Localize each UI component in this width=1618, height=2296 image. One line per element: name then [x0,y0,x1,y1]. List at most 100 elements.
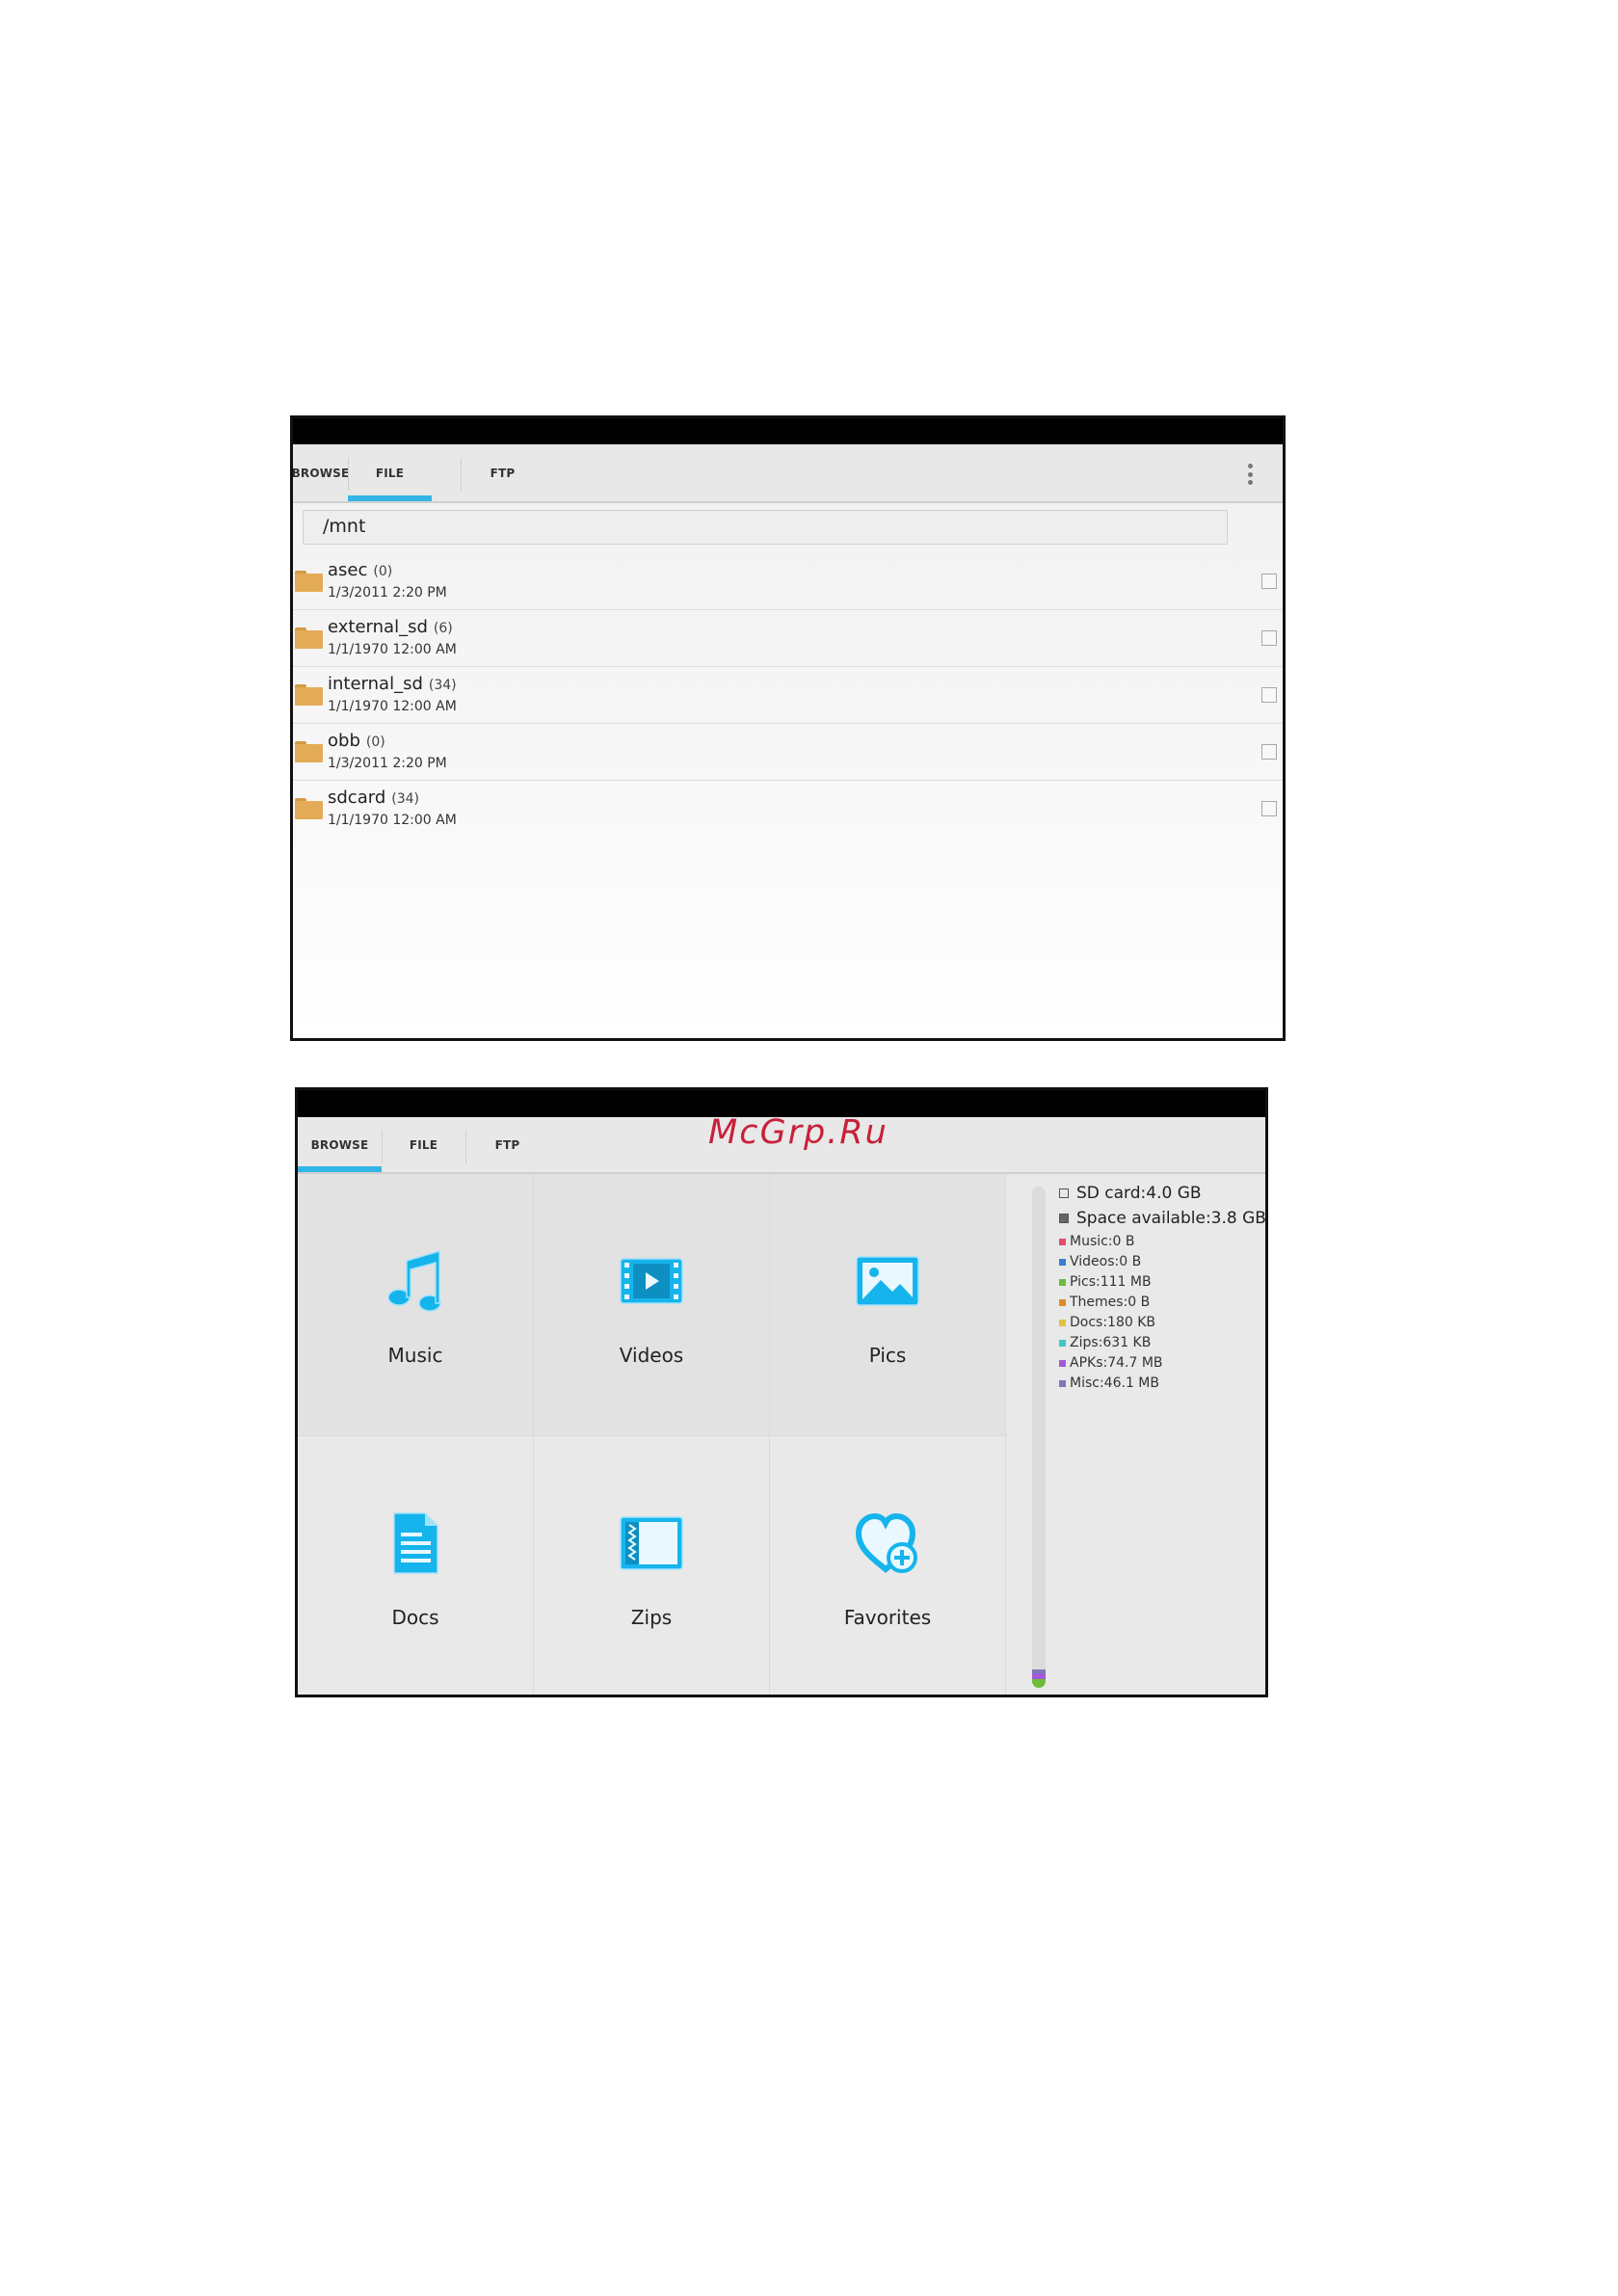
item-date: 1/1/1970 12:00 AM [328,813,457,828]
legend-label: Docs:180 KB [1070,1315,1156,1330]
legend-swatch [1059,1379,1066,1387]
list-item[interactable]: internal_sd (34) 1/1/1970 12:00 AM [293,667,1283,724]
list-item[interactable]: sdcard (34) 1/1/1970 12:00 AM [293,781,1283,837]
folder-icon [295,798,323,819]
item-count: (0) [365,734,385,750]
document-icon [393,1512,438,1574]
zip-icon [620,1516,683,1570]
legend-swatch [1059,1298,1066,1306]
legend-item: Docs:180 KB [1059,1315,1265,1330]
storage-usage-bar [1032,1187,1046,1688]
item-count: (34) [391,791,419,807]
item-count: (6) [433,621,453,636]
item-date: 1/1/1970 12:00 AM [328,642,457,657]
legend-label: APKs:74.7 MB [1070,1355,1163,1371]
storage-summary: SD card:4.0 GB Space available:3.8 GB Mu… [1059,1184,1265,1396]
item-name-line: obb (0) [328,731,385,751]
usage-segment-pics [1032,1679,1046,1688]
tile-pics[interactable]: Pics [770,1174,1006,1436]
item-checkbox[interactable] [1261,801,1277,816]
list-item[interactable]: obb (0) 1/3/2011 2:20 PM [293,724,1283,781]
legend-item: APKs:74.7 MB [1059,1355,1265,1371]
legend-swatch [1059,1359,1066,1367]
legend-item: Pics:111 MB [1059,1274,1265,1290]
path-bar[interactable]: /mnt [303,510,1228,545]
legend-swatch [1059,1278,1066,1286]
legend-label: Pics:111 MB [1070,1274,1152,1290]
tile-docs[interactable]: Docs [298,1436,534,1695]
tab-ftp[interactable]: FTP [465,1117,549,1172]
legend-swatch [1059,1258,1066,1266]
tile-label: Favorites [843,1606,932,1629]
item-date: 1/1/1970 12:00 AM [328,699,457,714]
status-bar [293,418,1283,444]
legend-item: Themes:0 B [1059,1295,1265,1310]
disk-icon [1059,1214,1069,1223]
file-browser-screenshot: BROWSE FILE FTP /mnt asec (0) 1/3/2011 2:… [290,415,1286,1041]
legend-label: Zips:631 KB [1070,1335,1152,1350]
music-icon [387,1249,441,1312]
tile-favorites[interactable]: Favorites [770,1436,1006,1695]
item-checkbox[interactable] [1261,744,1277,760]
picture-icon [856,1256,919,1306]
legend-label: Videos:0 B [1070,1254,1142,1269]
tile-label: Docs [391,1606,439,1629]
usage-segment-apks [1032,1673,1046,1679]
item-checkbox[interactable] [1261,630,1277,646]
item-name: external_sd [328,617,428,637]
tab-browse[interactable]: BROWSE [298,1117,382,1172]
item-date: 1/3/2011 2:20 PM [328,585,447,601]
video-icon [620,1258,683,1304]
list-item[interactable]: asec (0) 1/3/2011 2:20 PM [293,553,1283,610]
item-name: obb [328,731,360,751]
item-checkbox[interactable] [1261,574,1277,589]
tab-file[interactable]: FILE [348,444,432,501]
legend-swatch [1059,1238,1066,1245]
overflow-menu-icon[interactable] [1248,464,1254,485]
legend-item: Videos:0 B [1059,1254,1265,1269]
sd-card-icon [1059,1188,1069,1198]
item-name-line: external_sd (6) [328,617,453,637]
legend-swatch [1059,1319,1066,1326]
tab-browse[interactable]: BROWSE [293,444,349,501]
legend-item: Music:0 B [1059,1234,1265,1249]
tab-file[interactable]: FILE [382,1117,465,1172]
list-item[interactable]: external_sd (6) 1/1/1970 12:00 AM [293,610,1283,667]
browse-screenshot: BROWSE FILE FTP Music Videos Pics Docs Z… [295,1087,1268,1697]
tile-label: Videos [619,1344,684,1367]
favorites-icon [855,1512,917,1573]
tab-bar: BROWSE FILE FTP [293,444,1283,503]
folder-icon [295,627,323,649]
legend-label: Themes:0 B [1070,1295,1151,1310]
watermark: McGrp.Ru [708,1113,889,1152]
item-name-line: asec (0) [328,560,392,580]
tile-label: Pics [868,1344,907,1367]
folder-icon [295,571,323,592]
legend-item: Zips:631 KB [1059,1335,1265,1350]
tab-ftp[interactable]: FTP [461,444,544,501]
folder-icon [295,684,323,706]
legend-label: Misc:46.1 MB [1070,1375,1159,1391]
sd-card-size: SD card:4.0 GB [1076,1184,1202,1203]
item-count: (34) [428,678,457,693]
item-name: asec [328,560,368,580]
sd-card-row: SD card:4.0 GB [1059,1184,1265,1203]
tile-videos[interactable]: Videos [534,1174,770,1436]
tile-label: Zips [630,1606,673,1629]
legend-label: Music:0 B [1070,1234,1135,1249]
legend-swatch [1059,1339,1066,1347]
tile-music[interactable]: Music [298,1174,534,1436]
file-list: asec (0) 1/3/2011 2:20 PM external_sd (6) … [293,553,1283,837]
item-count: (0) [373,564,393,579]
item-date: 1/3/2011 2:20 PM [328,756,447,771]
usage-segment-misc [1032,1669,1046,1673]
item-name: sdcard [328,788,386,808]
folder-icon [295,741,323,762]
legend-item: Misc:46.1 MB [1059,1375,1265,1391]
tile-zips[interactable]: Zips [534,1436,770,1695]
item-checkbox[interactable] [1261,687,1277,703]
tile-label: Music [387,1344,443,1367]
item-name-line: sdcard (34) [328,788,419,808]
space-available-row: Space available:3.8 GB [1059,1209,1265,1228]
category-grid: Music Videos Pics Docs Zips Favorites [298,1174,1013,1695]
